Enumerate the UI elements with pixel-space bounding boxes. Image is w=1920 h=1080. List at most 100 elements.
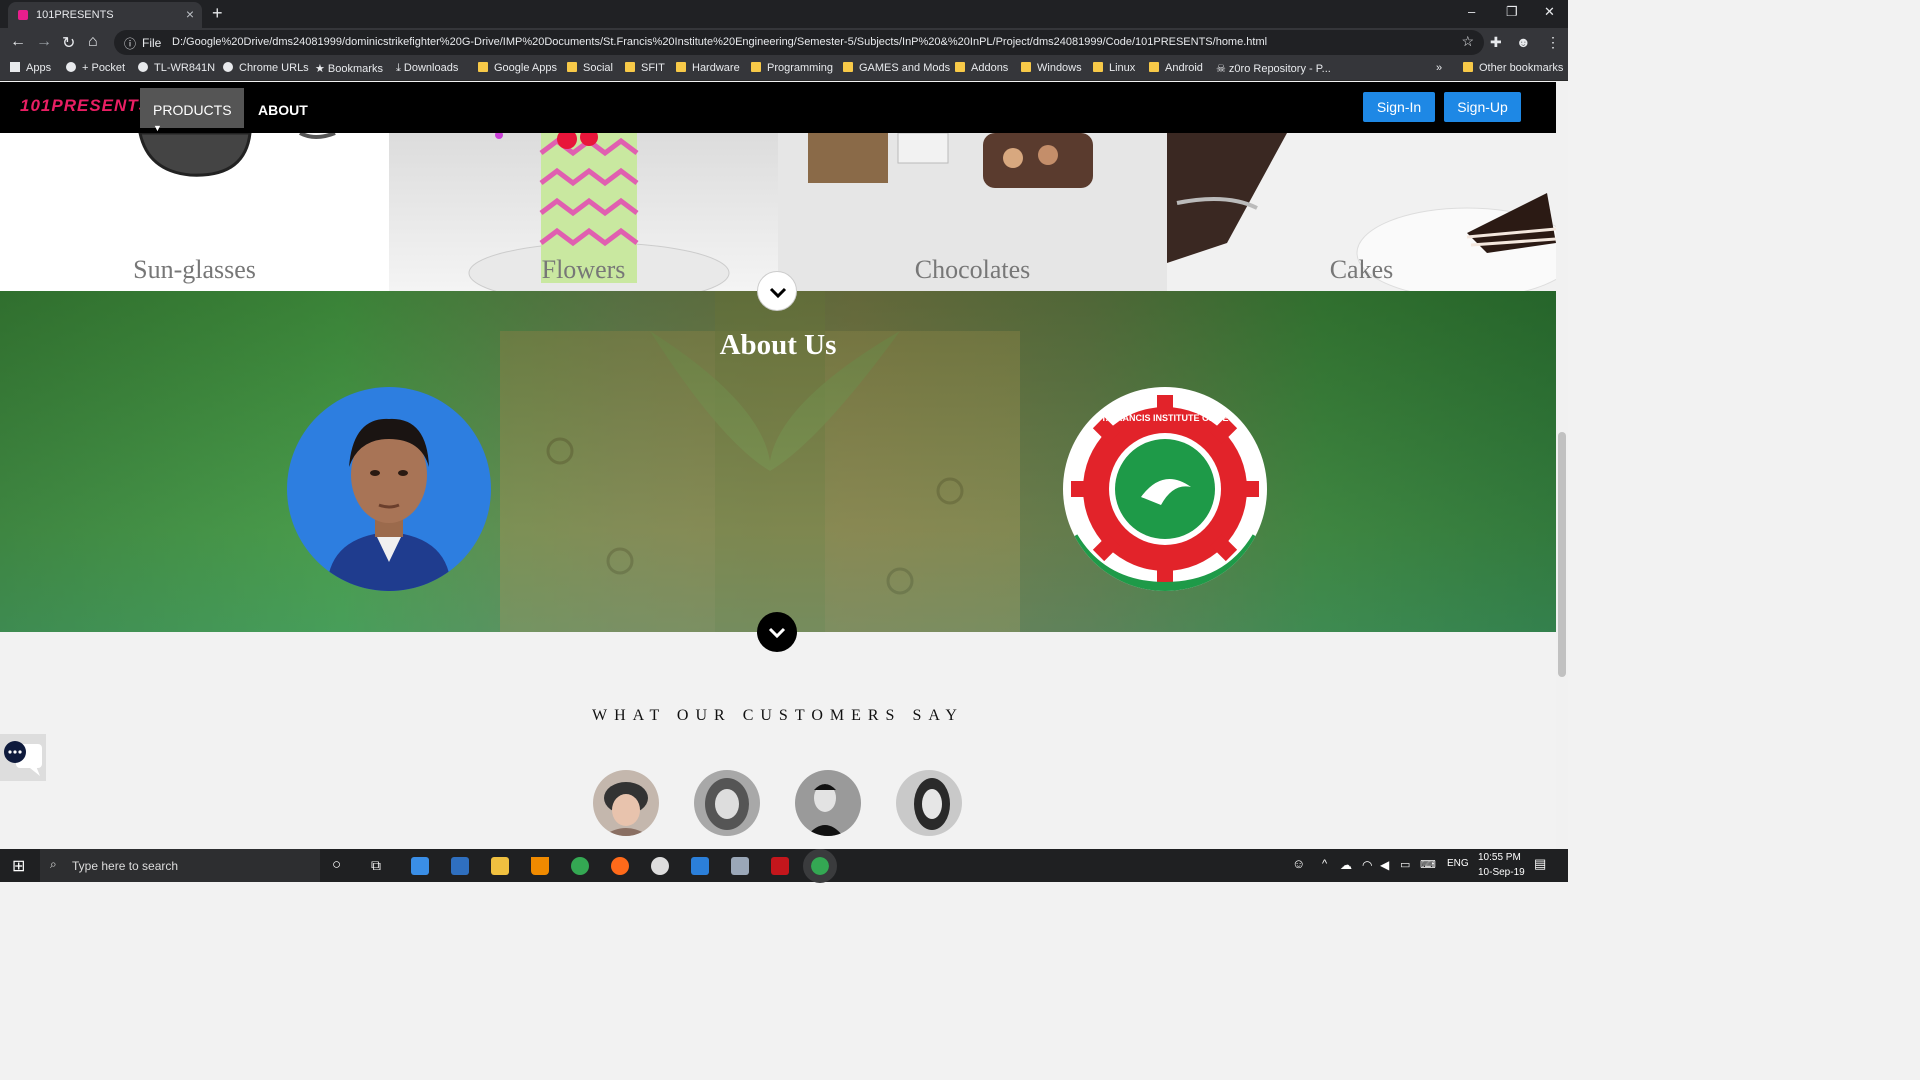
volume-icon[interactable]: ◀ — [1380, 858, 1389, 872]
folder-icon — [1021, 62, 1031, 72]
bookmark-folder-hardware[interactable]: Hardware — [676, 62, 740, 74]
language-indicator[interactable]: ENG — [1447, 858, 1469, 869]
bookmark-folder-programming[interactable]: Programming — [751, 62, 833, 74]
notification-icon[interactable]: ▤ — [1534, 856, 1546, 872]
bookmarks-overflow-button[interactable]: » — [1436, 62, 1442, 74]
bookmark-folder-sfit[interactable]: SFIT — [625, 62, 665, 74]
customer-photo — [705, 778, 749, 830]
browser-tab[interactable]: 101PRESENTS × — [8, 2, 202, 28]
scroll-down-button[interactable] — [757, 612, 797, 652]
customer-avatar[interactable] — [593, 770, 659, 836]
tab-close-icon[interactable]: × — [186, 6, 194, 22]
scrollbar-thumb[interactable] — [1558, 432, 1566, 677]
customer-photo — [807, 784, 843, 836]
folder-icon — [751, 62, 761, 72]
customer-photo — [603, 782, 649, 836]
bookmark-folder-social[interactable]: Social — [567, 62, 613, 74]
product-label: Sun-glasses — [133, 255, 256, 284]
app-icon[interactable] — [651, 857, 669, 875]
app-icon[interactable] — [451, 857, 469, 875]
home-icon[interactable]: ⌂ — [88, 33, 98, 51]
wifi-icon[interactable]: ◠ — [1362, 858, 1372, 872]
customer-avatar[interactable] — [795, 770, 861, 836]
chrome-icon[interactable] — [571, 857, 589, 875]
url-input[interactable]: ⓘ File D:/Google%20Drive/dms24081999/dom… — [114, 30, 1484, 55]
folder-icon — [955, 62, 965, 72]
sign-in-button[interactable]: Sign-In — [1363, 92, 1435, 122]
tab-favicon-icon — [18, 10, 28, 20]
battery-icon[interactable]: ▭ — [1400, 858, 1410, 871]
product-tile-flowers[interactable]: Flowers — [389, 133, 778, 291]
clock-time[interactable]: 10:55 PM — [1478, 852, 1521, 863]
scroll-down-button[interactable] — [757, 271, 797, 311]
address-bar-row: ← → ↻ ⌂ ⓘ File D:/Google%20Drive/dms2408… — [0, 28, 1568, 57]
app-icon[interactable] — [691, 857, 709, 875]
product-label: Chocolates — [914, 255, 1031, 284]
browser-tabstrip: 101PRESENTS × + – ❐ ✕ — [0, 0, 1568, 28]
extensions-icon[interactable]: ✚ — [1490, 34, 1502, 51]
chrome-active-icon[interactable] — [803, 849, 837, 883]
cortana-icon[interactable]: ○ — [332, 856, 341, 873]
chevron-down-icon — [769, 287, 787, 299]
bookmark-apps[interactable]: Apps — [10, 62, 51, 74]
site-logo[interactable]: 101PRESENTS — [20, 96, 151, 116]
url-text[interactable]: D:/Google%20Drive/dms24081999/dominicstr… — [172, 36, 1267, 48]
app-icon[interactable] — [411, 857, 429, 875]
product-tile-sunglasses[interactable]: Sun-glasses — [0, 133, 389, 291]
bookmark-folder-windows[interactable]: Windows — [1021, 62, 1082, 74]
sign-up-button[interactable]: Sign-Up — [1444, 92, 1521, 122]
folder-icon — [625, 62, 635, 72]
product-tile-chocolates[interactable]: Chocolates — [778, 133, 1167, 291]
windows-taskbar: ⊞ ⌕ Type here to search ○ ⧉ ☺ ^ ☁ ◠ ◀ ▭ … — [0, 849, 1568, 883]
menu-icon[interactable]: ⋮ — [1546, 34, 1560, 51]
clock-date[interactable]: 10-Sep-19 — [1478, 867, 1525, 878]
new-tab-button[interactable]: + — [212, 3, 223, 24]
bookmark-chrome-urls[interactable]: Chrome URLs — [223, 62, 309, 74]
profile-icon[interactable]: ☻ — [1516, 34, 1531, 50]
tray-chevron-icon[interactable]: ^ — [1322, 858, 1327, 870]
star-icon: ★ — [315, 63, 328, 75]
person-avatar-image — [327, 418, 451, 591]
taskbar-search-input[interactable]: ⌕ Type here to search — [40, 849, 320, 882]
file-explorer-icon[interactable] — [491, 857, 509, 875]
folder-icon — [567, 62, 577, 72]
bookmark-folder-linux[interactable]: Linux — [1093, 62, 1135, 74]
windows-start-icon[interactable]: ⊞ — [12, 856, 25, 876]
page-scrollbar[interactable] — [1556, 82, 1568, 849]
nav-about-link[interactable]: ABOUT — [258, 102, 308, 118]
bookmark-folder-google-apps[interactable]: Google Apps — [478, 62, 557, 74]
customer-avatar[interactable] — [694, 770, 760, 836]
nav-products-dropdown[interactable]: PRODUCTS ▼ — [140, 88, 244, 133]
bookmark-folder-android[interactable]: Android — [1149, 62, 1203, 74]
bookmark-pocket[interactable]: + Pocket — [66, 62, 125, 74]
tab-title: 101PRESENTS — [36, 9, 114, 21]
folder-icon — [1463, 62, 1473, 72]
keyboard-icon[interactable]: ⌨ — [1420, 858, 1436, 871]
info-icon[interactable]: ⓘ — [124, 35, 136, 52]
bookmark-bookmarks[interactable]: ★ Bookmarks — [315, 62, 383, 75]
bookmark-z0ro[interactable]: ☠ z0ro Repository - P... — [1216, 62, 1331, 75]
maximize-button[interactable]: ❐ — [1506, 4, 1518, 20]
app-icon[interactable] — [771, 857, 789, 875]
close-window-button[interactable]: ✕ — [1544, 4, 1555, 20]
firefox-icon[interactable] — [611, 857, 629, 875]
bookmark-folder-other[interactable]: Other bookmarks — [1463, 62, 1563, 74]
task-view-icon[interactable]: ⧉ — [371, 857, 381, 874]
app-icon[interactable] — [731, 857, 749, 875]
about-section: About Us ST. FRANCIS INSTITUTE OF TEC — [0, 291, 1556, 632]
bookmark-router[interactable]: TL-WR841N — [138, 62, 215, 74]
bookmark-star-icon[interactable]: ☆ — [1461, 33, 1474, 50]
chat-widget-button[interactable] — [0, 734, 46, 781]
forward-icon[interactable]: → — [36, 33, 52, 51]
bookmark-downloads[interactable]: ⤓ Downloads — [396, 62, 458, 75]
product-tile-cakes[interactable]: Cakes — [1167, 133, 1556, 291]
bookmark-folder-games[interactable]: GAMES and Mods — [843, 62, 950, 74]
minimize-button[interactable]: – — [1468, 4, 1475, 19]
reload-icon[interactable]: ↻ — [62, 33, 75, 53]
vlc-icon[interactable] — [531, 857, 549, 875]
customer-avatar[interactable] — [896, 770, 962, 836]
back-icon[interactable]: ← — [10, 33, 26, 51]
onedrive-icon[interactable]: ☁ — [1340, 858, 1352, 872]
bookmark-folder-addons[interactable]: Addons — [955, 62, 1008, 74]
people-icon[interactable]: ☺ — [1292, 856, 1305, 871]
